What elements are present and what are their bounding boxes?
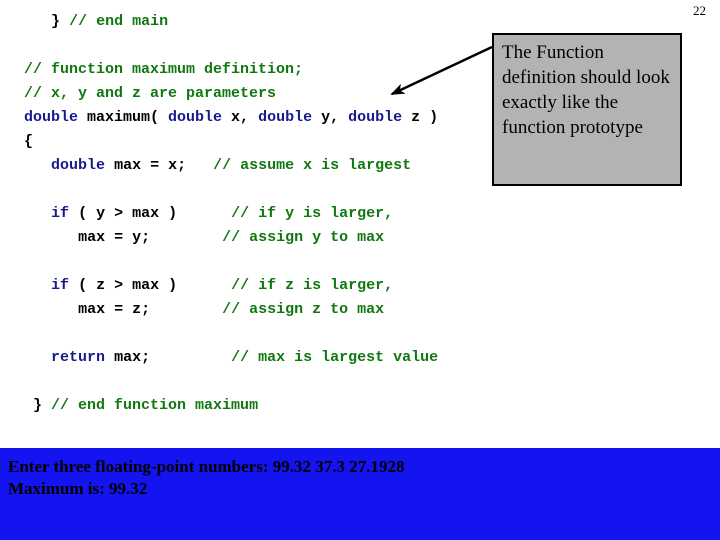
code-comment: // assume x is largest: [213, 157, 412, 174]
code-text: max = z;: [78, 301, 223, 318]
code-text: ( y > max ): [69, 205, 232, 222]
code-text: max;: [105, 349, 232, 366]
code-text: }: [33, 397, 52, 414]
code-text: }: [51, 13, 70, 30]
code-text: z ): [402, 109, 439, 126]
code-keyword: double: [24, 109, 79, 126]
code-line: max = y; // assign y to max: [0, 226, 720, 250]
code-line: if ( z > max ) // if z is larger,: [0, 274, 720, 298]
code-text: x,: [222, 109, 259, 126]
code-comment: // function maximum definition;: [24, 61, 304, 78]
code-keyword: double: [258, 109, 313, 126]
code-comment: // assign z to max: [222, 301, 385, 318]
console-output-panel: Enter three floating-point numbers: 99.3…: [0, 448, 720, 540]
code-comment: // if y is larger,: [231, 205, 394, 222]
code-text: y,: [312, 109, 349, 126]
code-text: max = y;: [78, 229, 223, 246]
code-comment: // x, y and z are parameters: [24, 85, 277, 102]
slide-canvas: 22 } // end main// function maximum defi…: [0, 0, 720, 540]
console-output-line: Maximum is: 99.32: [8, 479, 148, 498]
code-keyword: double: [51, 157, 106, 174]
code-line: if ( y > max ) // if y is larger,: [0, 202, 720, 226]
code-comment: // end main: [69, 13, 169, 30]
callout-box: The Function definition should look exac…: [492, 33, 682, 186]
code-keyword: if: [51, 277, 70, 294]
code-text: maximum(: [78, 109, 169, 126]
code-comment: // assign y to max: [222, 229, 385, 246]
code-comment: // max is largest value: [231, 349, 439, 366]
code-line: } // end main: [0, 10, 720, 34]
code-line: max = z; // assign z to max: [0, 298, 720, 322]
code-keyword: double: [168, 109, 223, 126]
code-line: } // end function maximum: [0, 394, 720, 418]
code-text: ( z > max ): [69, 277, 232, 294]
console-output-line: Enter three floating-point numbers: 99.3…: [8, 457, 405, 476]
code-comment: // end function maximum: [51, 397, 259, 414]
callout-text: The Function definition should look exac…: [502, 42, 670, 138]
console-output-lines: Enter three floating-point numbers: 99.3…: [8, 456, 405, 500]
code-text: max = x;: [105, 157, 214, 174]
code-line: return max; // max is largest value: [0, 346, 720, 370]
code-keyword: if: [51, 205, 70, 222]
code-comment: // if z is larger,: [231, 277, 394, 294]
code-keyword: return: [51, 349, 106, 366]
code-text: {: [24, 133, 34, 150]
code-keyword: double: [348, 109, 403, 126]
